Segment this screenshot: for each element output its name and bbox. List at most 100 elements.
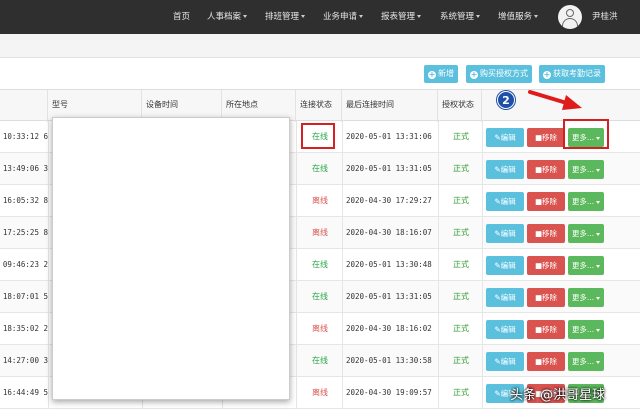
column-divider [438,281,439,312]
column-divider [438,217,439,248]
chevron-down-icon [243,15,248,18]
chevron-down-icon [596,200,601,204]
more-label: 更多... [571,357,595,366]
blank-overlay-panel [52,117,290,400]
watermark-text: 头条 @洪哥星球 [510,388,606,403]
top-nav: 首页 人事档案 排班管理 业务申请 报表管理 系统管理 增值服务 尹桂洪 [0,0,640,34]
th-last-connection: 最后连接时间 [342,90,438,122]
column-divider [48,249,49,280]
trash-icon: ■ [534,229,543,238]
column-divider [342,185,343,216]
th-status: 连接状态 [296,90,342,122]
chevron-down-icon [417,15,422,18]
column-divider [296,313,297,344]
column-divider [438,377,439,408]
column-divider [438,185,439,216]
chevron-down-icon [476,15,481,18]
more-dropdown-button[interactable]: 更多... [568,160,604,179]
column-divider [438,249,439,280]
remove-label: 移除 [542,133,558,142]
edit-label: 编辑 [500,165,516,174]
cell-connection-status: 在线 [312,164,328,173]
fetch-records-button[interactable]: + 获取考勤记录 [539,65,605,83]
remove-button[interactable]: ■移除 [527,256,565,275]
more-dropdown-button[interactable]: 更多... [568,192,604,211]
nav-reports[interactable]: 报表管理 [381,0,422,34]
remove-button[interactable]: ■移除 [527,352,565,371]
remove-button[interactable]: ■移除 [527,288,565,307]
column-divider [438,345,439,376]
remove-button[interactable]: ■移除 [527,128,565,147]
nav-personnel[interactable]: 人事档案 [207,0,248,34]
remove-label: 移除 [542,357,558,366]
nav-services[interactable]: 增值服务 [498,0,539,34]
edit-button[interactable]: ✎编辑 [486,224,524,243]
remove-button[interactable]: ■移除 [527,160,565,179]
column-divider [438,153,439,184]
remove-button[interactable]: ■移除 [527,320,565,339]
cell-last-connection: 2020-04-30 19:09:57 [346,388,432,397]
th-time [0,90,48,122]
cell-last-connection: 2020-05-01 13:30:58 [346,356,432,365]
column-divider [296,185,297,216]
trash-icon: ■ [534,165,543,174]
column-divider [48,281,49,312]
remove-button[interactable]: ■移除 [527,192,565,211]
column-divider [342,345,343,376]
arrow-icon [528,90,582,110]
column-divider [342,121,343,152]
cell-connection-status: 在线 [312,356,328,365]
nav-schedule[interactable]: 排班管理 [265,0,306,34]
nav-requests[interactable]: 业务申请 [323,0,364,34]
add-button[interactable]: + 新增 [424,65,458,83]
column-divider [296,377,297,408]
column-divider [482,345,483,376]
remove-label: 移除 [542,261,558,270]
trash-icon: ■ [534,357,543,366]
column-divider [48,153,49,184]
edit-button[interactable]: ✎编辑 [486,320,524,339]
edit-button[interactable]: ✎编辑 [486,192,524,211]
nav-home[interactable]: 首页 [173,0,190,34]
column-divider [296,217,297,248]
cell-device-time: 2 09:46:23 [2,260,48,269]
edit-button[interactable]: ✎编辑 [486,128,524,147]
more-dropdown-button[interactable]: 更多... [568,224,604,243]
edit-button[interactable]: ✎编辑 [486,288,524,307]
cell-auth-status: 正式 [453,356,469,365]
more-dropdown-button[interactable]: 更多... [568,320,604,339]
more-dropdown-button[interactable]: 更多... [568,256,604,275]
nav-home-label: 首页 [173,12,191,22]
column-divider [296,121,297,152]
cell-connection-status: 离线 [312,388,328,397]
edit-label: 编辑 [500,261,516,270]
highlight-status-box [301,123,335,149]
more-dropdown-button[interactable]: 更多... [568,352,604,371]
cell-device-time: 5 18:07:01 [2,292,48,301]
edit-label: 编辑 [500,357,516,366]
trash-icon: ■ [534,293,543,302]
chevron-down-icon [596,296,601,300]
cell-device-time: 8 17:25:25 [2,228,48,237]
chevron-down-icon [596,232,601,236]
edit-button[interactable]: ✎编辑 [486,160,524,179]
user-avatar-icon[interactable] [558,5,582,29]
edit-button[interactable]: ✎编辑 [486,352,524,371]
remove-button[interactable]: ■移除 [527,224,565,243]
cell-device-time: 3 14:27:00 [2,356,48,365]
user-name[interactable]: 尹桂洪 [592,0,618,34]
column-divider [482,281,483,312]
edit-label: 编辑 [500,133,516,142]
more-dropdown-button[interactable]: 更多... [568,288,604,307]
cell-auth-status: 正式 [453,260,469,269]
cell-auth-status: 正式 [453,132,469,141]
chevron-down-icon [596,264,601,268]
buy-license-button[interactable]: + 购买授权方式 [466,65,532,83]
edit-button[interactable]: ✎编辑 [486,256,524,275]
buy-license-label: 购买授权方式 [480,69,528,78]
cell-auth-status: 正式 [453,164,469,173]
column-divider [438,313,439,344]
column-divider [482,153,483,184]
trash-icon: ■ [534,325,543,334]
nav-system[interactable]: 系统管理 [440,0,481,34]
